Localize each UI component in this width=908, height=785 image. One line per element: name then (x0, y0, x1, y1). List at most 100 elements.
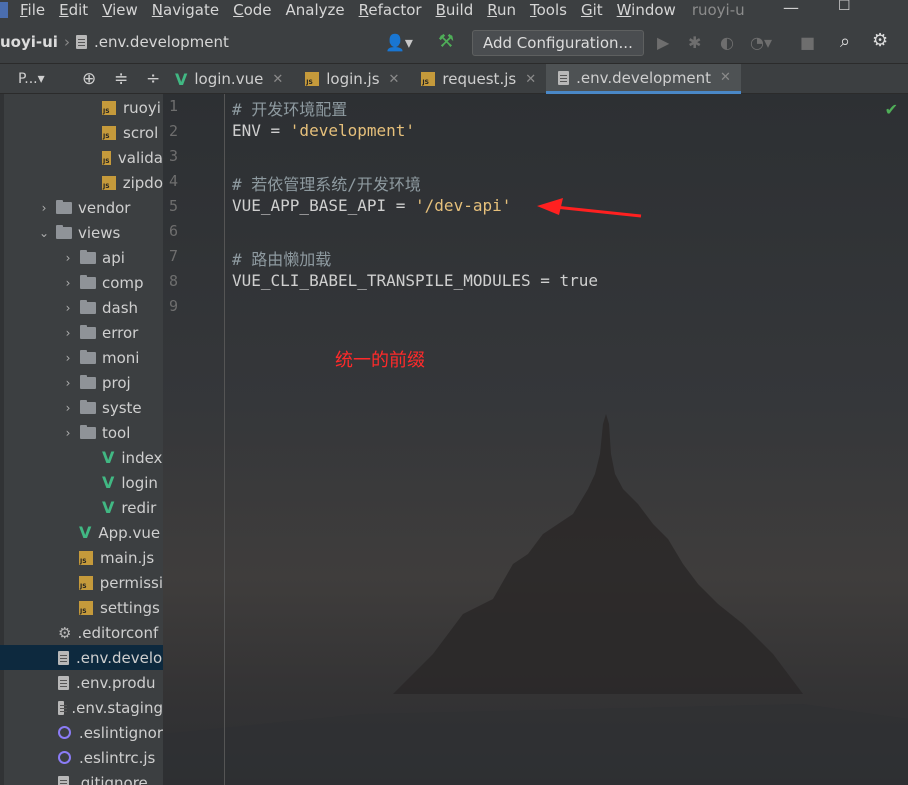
user-dropdown-icon[interactable]: 👤▾ (385, 33, 413, 52)
tab-request-js[interactable]: request.js ✕ (409, 64, 546, 94)
tree-item[interactable]: V App.vue (0, 520, 163, 545)
code-line[interactable]: VUE_APP_BASE_API = '/dev-api' (232, 196, 511, 215)
code-line[interactable]: # 若依管理系统/开发环境 (232, 171, 421, 195)
chevron-down-icon[interactable]: ⌄ (36, 226, 52, 240)
chevron-right-icon[interactable]: › (60, 426, 76, 440)
tab-env-development[interactable]: .env.development ✕ (546, 64, 741, 94)
menu-item-code[interactable]: Code (233, 1, 271, 19)
inspection-ok-icon[interactable]: ✔ (885, 100, 898, 119)
tree-item[interactable]: › api (0, 245, 163, 270)
chevron-right-icon[interactable]: › (36, 201, 52, 215)
tab-close-icon[interactable]: ✕ (272, 72, 283, 87)
build-hammer-icon[interactable]: ⚒ (438, 31, 454, 52)
code-token: true (559, 271, 599, 290)
menu-item-run[interactable]: Run (487, 1, 516, 19)
project-view-selector[interactable]: P...▾ (14, 69, 49, 89)
tree-item[interactable]: .env.develo (0, 645, 163, 670)
profile-icon[interactable]: ◔▾ (750, 33, 772, 52)
tree-item[interactable]: scrol (0, 120, 163, 145)
code-line[interactable]: # 路由懒加载 (232, 246, 331, 270)
menu-item-build[interactable]: Build (436, 1, 474, 19)
line-number: 3 (169, 147, 179, 165)
chevron-right-icon[interactable]: › (60, 351, 76, 365)
menu-item-window[interactable]: Window (617, 1, 676, 19)
tree-item[interactable]: Vredir (0, 495, 163, 520)
tab-close-icon[interactable]: ✕ (389, 72, 400, 87)
tree-item[interactable]: › moni (0, 345, 163, 370)
tree-item-label: dash (102, 298, 139, 317)
tree-item[interactable]: ⌄ views (0, 220, 163, 245)
red-arrow-annotation (537, 198, 642, 218)
settings-gear-icon[interactable]: ⚙ (872, 30, 888, 51)
tree-item[interactable]: .eslintrc.js (0, 745, 163, 770)
js-file-icon (79, 575, 93, 590)
menu-item-file[interactable]: File (20, 1, 45, 19)
breadcrumb-project[interactable]: uoyi-ui (0, 33, 58, 51)
tree-item-label: .eslintignor (78, 723, 163, 742)
chevron-right-icon[interactable]: › (60, 276, 76, 290)
menu-item-edit[interactable]: Edit (59, 1, 88, 19)
code-editor[interactable]: 1 2 3 4 5 6 7 8 9 # 开发环境配置 ENV = 'development' # 若… (163, 94, 908, 785)
tree-item[interactable]: .env.produ (0, 670, 163, 695)
code-line[interactable]: # 开发环境配置 (232, 96, 347, 120)
stop-icon[interactable]: ■ (800, 33, 815, 52)
tree-item[interactable]: › vendor (0, 195, 163, 220)
add-configuration-button[interactable]: Add Configuration... (472, 30, 644, 56)
navigation-bar: uoyi-ui › .env.development 👤▾ ⚒ Add Conf… (0, 20, 908, 64)
run-icon[interactable]: ▶ (657, 33, 669, 52)
locate-icon[interactable]: ⊕ (82, 69, 96, 89)
menu-item-refactor[interactable]: Refactor (359, 1, 422, 19)
maximize-icon[interactable]: ☐ (838, 0, 851, 14)
tree-item[interactable]: ruoyi (0, 95, 163, 120)
app-logo-icon (0, 2, 8, 18)
vue-file-icon: V (102, 448, 115, 467)
tree-item[interactable]: valida (0, 145, 163, 170)
chevron-right-icon[interactable]: › (60, 301, 76, 315)
tree-item[interactable]: › comp (0, 270, 163, 295)
code-comment: # 开发环境配置 (232, 100, 348, 119)
tree-item[interactable]: ⚙ .editorconf (0, 620, 163, 645)
menu-item-git[interactable]: Git (581, 1, 603, 19)
js-file-icon (79, 550, 93, 565)
chevron-right-icon[interactable]: › (60, 251, 76, 265)
js-file-icon (305, 72, 320, 86)
tree-item[interactable]: Vindex (0, 445, 163, 470)
options-icon[interactable]: ÷ (146, 69, 160, 89)
tree-item[interactable]: permissi (0, 570, 163, 595)
tree-item[interactable]: › proj (0, 370, 163, 395)
coverage-icon[interactable]: ◐ (720, 33, 734, 52)
search-icon[interactable]: ⌕ (840, 31, 850, 52)
code-comment: # 若依管理系统/开发环境 (232, 175, 421, 194)
collapse-all-icon[interactable]: ≑ (114, 69, 128, 89)
tab-close-icon[interactable]: ✕ (525, 72, 536, 87)
menu-item-view[interactable]: View (102, 1, 138, 19)
tree-item[interactable]: › syste (0, 395, 163, 420)
tab-login-js[interactable]: login.js ✕ (293, 64, 409, 94)
tree-item-label: vendor (78, 198, 131, 217)
tree-item[interactable]: › dash (0, 295, 163, 320)
tree-item[interactable]: Vlogin (0, 470, 163, 495)
menu-item-analyze[interactable]: Analyze (286, 1, 345, 19)
code-line[interactable]: ENV = 'development' (232, 121, 415, 140)
chevron-right-icon[interactable]: › (60, 401, 76, 415)
code-line[interactable]: VUE_CLI_BABEL_TRANSPILE_MODULES = true (232, 271, 598, 290)
breadcrumb-file[interactable]: .env.development (94, 33, 229, 51)
vue-file-icon: V (102, 498, 115, 517)
line-number: 7 (169, 247, 179, 265)
chevron-right-icon[interactable]: › (60, 326, 76, 340)
tab-login-vue[interactable]: Vlogin.vue ✕ (163, 64, 293, 94)
tree-item[interactable]: › tool (0, 420, 163, 445)
tab-close-icon[interactable]: ✕ (720, 70, 731, 85)
menu-item-tools[interactable]: Tools (530, 1, 567, 19)
tree-item[interactable]: .env.staging (0, 695, 163, 720)
tree-item[interactable]: › error (0, 320, 163, 345)
menu-item-navigate[interactable]: Navigate (152, 1, 219, 19)
tree-item[interactable]: main.js (0, 545, 163, 570)
minimize-icon[interactable]: — (783, 0, 799, 17)
tree-item[interactable]: zipdo (0, 170, 163, 195)
tree-item[interactable]: .eslintignor (0, 720, 163, 745)
tree-item[interactable]: .gitignore (0, 770, 163, 785)
chevron-right-icon[interactable]: › (60, 376, 76, 390)
tree-item[interactable]: settings (0, 595, 163, 620)
debug-icon[interactable]: ✱ (688, 33, 701, 52)
